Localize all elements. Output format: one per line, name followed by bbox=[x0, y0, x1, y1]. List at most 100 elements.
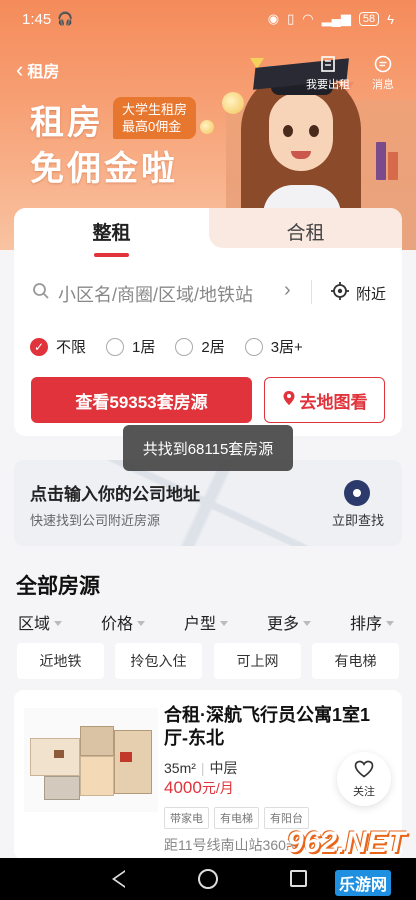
battery-icon: 58 bbox=[358, 12, 380, 26]
building-icon bbox=[318, 54, 338, 74]
heart-icon bbox=[354, 760, 374, 781]
book-decoration bbox=[376, 142, 386, 180]
search-row: 小区名/商圈/区域/地铁站 › 附近 bbox=[14, 270, 402, 314]
tab-whole-rent[interactable]: 整租 bbox=[14, 208, 209, 257]
back-button[interactable]: ‹ 租房 bbox=[16, 58, 59, 82]
caret-down-icon bbox=[137, 620, 146, 626]
coin-decoration bbox=[200, 120, 214, 134]
page-title: 租房 bbox=[27, 64, 60, 81]
locate-icon bbox=[330, 281, 350, 305]
tab-label: 合租 bbox=[286, 223, 325, 244]
search-icon bbox=[32, 282, 50, 305]
find-now-link[interactable]: 立即查找 bbox=[332, 510, 384, 529]
vibrate-icon: ▯ bbox=[287, 11, 295, 26]
option-label: 不限 bbox=[56, 339, 87, 356]
filter-label: 更多 bbox=[267, 616, 300, 633]
rent-type-tabs: 整租 合租 bbox=[14, 208, 402, 257]
watermark-sub: 乐游网 bbox=[335, 870, 392, 896]
favorite-label: 关注 bbox=[353, 785, 375, 798]
option-label: 3居+ bbox=[270, 339, 303, 356]
messages-label: 消息 bbox=[372, 79, 394, 91]
eye-icon: ◉ bbox=[267, 11, 280, 26]
price-value: 4000 bbox=[164, 778, 202, 797]
result-count-toast: 共找到68115套房源 bbox=[123, 425, 293, 471]
status-time: 1:45 bbox=[22, 10, 52, 28]
radio-circle bbox=[244, 337, 263, 356]
radio-circle bbox=[106, 337, 125, 356]
price-unit: 元/月 bbox=[201, 780, 234, 796]
filter-bar: 区域 价格 户型 更多 排序 bbox=[0, 610, 416, 634]
chip-near-subway[interactable]: 近地铁 bbox=[17, 643, 104, 679]
nearby-button[interactable]: 附近 bbox=[330, 281, 386, 305]
section-title: 全部房源 bbox=[16, 575, 100, 598]
system-back-icon[interactable] bbox=[112, 870, 125, 888]
chevron-left-icon: ‹ bbox=[16, 57, 24, 82]
listing-floor: 中层 bbox=[209, 760, 238, 776]
top-nav: ‹ 租房 我要出租 消息 bbox=[0, 52, 416, 96]
filter-price[interactable]: 价格 bbox=[101, 610, 146, 634]
location-pin-icon bbox=[344, 480, 370, 506]
messages-button[interactable]: 消息 bbox=[372, 54, 394, 92]
chip-elevator[interactable]: 有电梯 bbox=[312, 643, 399, 679]
chip-move-in-ready[interactable]: 拎包入住 bbox=[115, 643, 202, 679]
message-icon bbox=[373, 54, 393, 74]
filter-label: 户型 bbox=[184, 616, 217, 633]
site-watermark: 962.NET 乐游网 bbox=[275, 822, 413, 900]
system-home-icon[interactable] bbox=[198, 869, 218, 889]
option-unlimited[interactable]: ✓ 不限 bbox=[30, 336, 86, 357]
listing-info: 35m² | 中层 bbox=[164, 760, 238, 776]
charging-icon: ϟ bbox=[387, 11, 394, 27]
listing-tag: 有电梯 bbox=[214, 807, 259, 829]
company-card-title: 点击输入你的公司地址 bbox=[30, 485, 200, 504]
signal-icon: ▂▄▆ bbox=[321, 11, 351, 26]
badge-line-1: 大学生租房 bbox=[122, 102, 188, 117]
publish-rental-label: 我要出租 bbox=[306, 79, 350, 91]
listing-price: 4000元/月 bbox=[164, 778, 234, 798]
map-pin-icon bbox=[282, 390, 296, 411]
option-1-bedroom[interactable]: 1居 bbox=[106, 336, 155, 357]
option-label: 2居 bbox=[201, 339, 225, 356]
filter-label: 排序 bbox=[350, 616, 383, 633]
map-view-label: 去地图看 bbox=[299, 392, 368, 412]
filter-sort[interactable]: 排序 bbox=[350, 610, 395, 634]
divider bbox=[311, 280, 312, 304]
favorite-button[interactable]: 关注 bbox=[337, 752, 391, 806]
badge-line-2: 最高0佣金 bbox=[122, 119, 182, 134]
search-input[interactable]: 小区名/商圈/区域/地铁站 bbox=[58, 281, 253, 307]
nearby-label: 附近 bbox=[356, 285, 387, 303]
option-2-bedroom[interactable]: 2居 bbox=[175, 336, 225, 357]
filter-label: 区域 bbox=[18, 616, 51, 633]
caret-down-icon bbox=[54, 620, 63, 626]
map-view-button[interactable]: 去地图看 bbox=[264, 377, 385, 423]
caret-down-icon bbox=[303, 620, 312, 626]
publish-rental-button[interactable]: 我要出租 bbox=[306, 54, 350, 92]
radio-circle bbox=[175, 337, 194, 356]
book-decoration bbox=[388, 152, 398, 180]
view-listings-button[interactable]: 查看59353套房源 bbox=[31, 377, 252, 423]
floorplan-image bbox=[24, 708, 158, 812]
chip-internet[interactable]: 可上网 bbox=[214, 643, 301, 679]
caret-down-icon bbox=[386, 620, 395, 626]
promo-badge: 大学生租房 最高0佣金 bbox=[113, 97, 197, 139]
company-address-card[interactable]: 点击输入你的公司地址 快速找到公司附近房源 立即查找 bbox=[14, 460, 402, 546]
listing-title: 合租·深航飞行员公寓1室1厅-东北 bbox=[164, 705, 371, 748]
tab-label: 整租 bbox=[92, 218, 131, 257]
filter-layout[interactable]: 户型 bbox=[184, 610, 229, 634]
search-card: 整租 合租 小区名/商圈/区域/地铁站 › 附近 ✓ 不限 1居 2居 3居+ … bbox=[14, 208, 402, 436]
filter-label: 价格 bbox=[101, 616, 134, 633]
watermark-brand: 962.NET bbox=[287, 826, 406, 859]
filter-district[interactable]: 区域 bbox=[18, 610, 63, 634]
room-count-options: ✓ 不限 1居 2居 3居+ bbox=[30, 336, 323, 357]
slogan-line-2: 免佣金啦 bbox=[30, 150, 178, 188]
tab-shared-rent[interactable]: 合租 bbox=[209, 208, 402, 248]
listing-area: 35m² bbox=[164, 760, 196, 776]
option-label: 1居 bbox=[132, 339, 156, 356]
company-card-subtitle: 快速找到公司附近房源 bbox=[30, 513, 161, 528]
chevron-right-icon: › bbox=[284, 279, 291, 301]
caret-down-icon bbox=[220, 620, 229, 626]
option-3-plus-bedroom[interactable]: 3居+ bbox=[244, 336, 303, 357]
listing-tag: 带家电 bbox=[164, 807, 209, 829]
status-bar: 1:45 🎧 ◉ ▯ ◠ ▂▄▆ 58 ϟ bbox=[0, 0, 416, 38]
wifi-icon: ◠ bbox=[302, 11, 314, 26]
filter-more[interactable]: 更多 bbox=[267, 610, 312, 634]
